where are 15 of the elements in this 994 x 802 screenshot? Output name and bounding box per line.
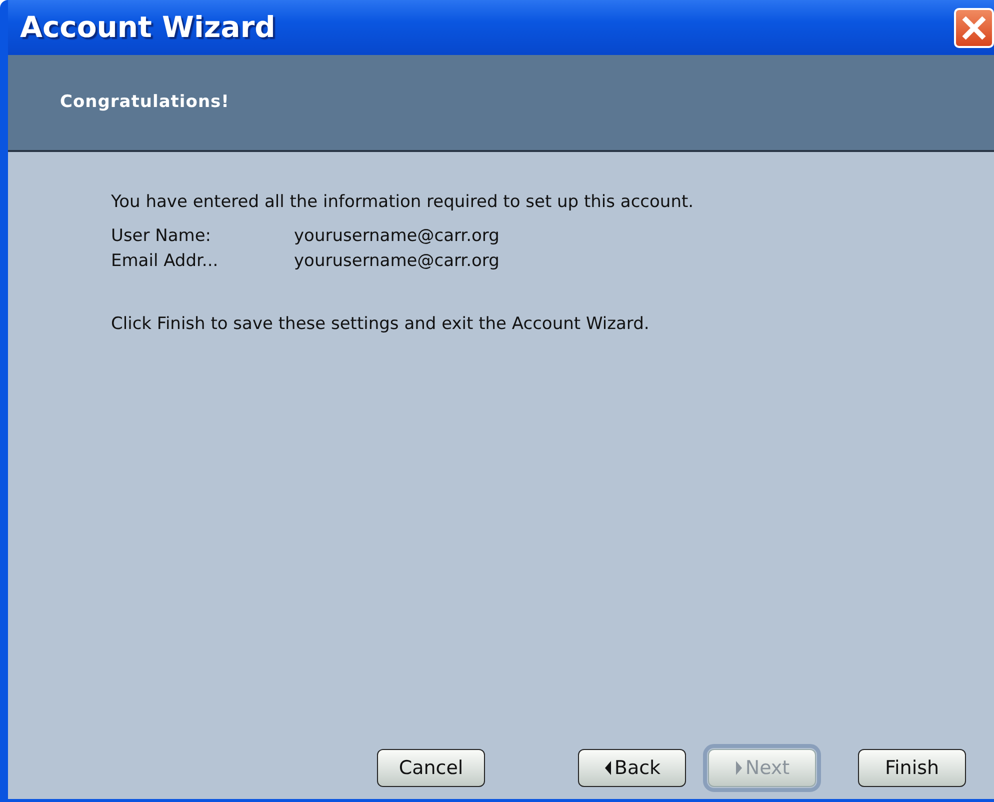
field-value: yourusername@carr.org [294,225,500,248]
field-value: yourusername@carr.org [294,250,500,273]
dialog-button[interactable]: Cancel [377,749,485,787]
back-button[interactable]: Back [578,749,686,787]
field-label: User Name: [111,225,212,248]
close-icon [961,14,987,40]
close-button[interactable] [954,8,994,48]
window-title: Account Wizard [20,8,276,46]
page-heading: Congratulations! [60,90,230,114]
left-triangle-icon [603,760,612,776]
instruction-text: Click Finish to save these settings and exit the Account Wizard. [111,313,650,336]
field-label: Email Addr... [111,250,220,273]
dialog-button[interactable]: Finish [858,749,966,787]
right-triangle-icon [734,760,744,776]
intro-text: You have entered all the information required to set up this account. [111,191,695,214]
